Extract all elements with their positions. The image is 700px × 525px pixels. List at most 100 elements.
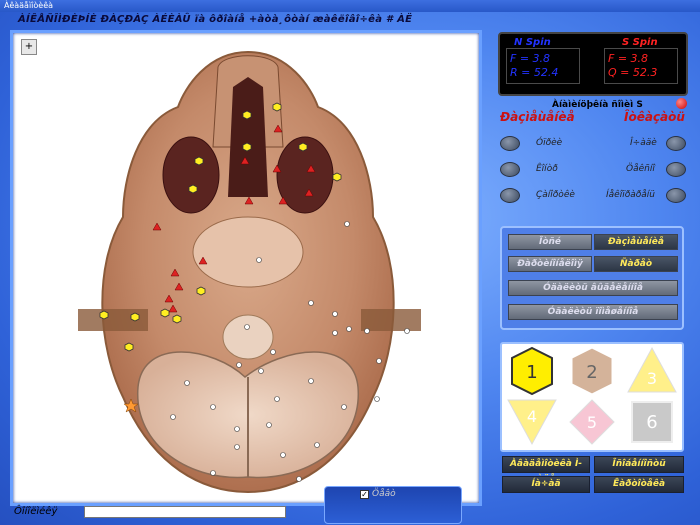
marker-dot	[341, 404, 347, 410]
right-option-3-label: Íåêîïðàðåíü	[606, 190, 655, 200]
indicator-label: Àíàìèíöþêíà ñîìèì S	[552, 100, 643, 110]
marker-hex	[332, 172, 342, 182]
marker-dot	[256, 257, 262, 263]
left-option-2-button[interactable]	[500, 162, 520, 177]
action-button-3[interactable]: Ðàðòèíîíåëîìÿ	[508, 256, 592, 272]
marker-dot	[266, 422, 272, 428]
shape-4-number: 4	[527, 407, 537, 426]
delete-placed-button[interactable]: Óäàëèòü ïîìåøåííîå	[508, 304, 678, 320]
bottom-button-4[interactable]: Êàðòîòåêà	[594, 476, 684, 493]
marker-hex	[194, 156, 204, 166]
marker-dot	[376, 358, 382, 364]
marker-hex	[272, 102, 282, 112]
marker-dot	[314, 442, 320, 448]
bottom-button-1[interactable]: Àâàäåìîòèêà Ì-àäå	[502, 456, 590, 484]
shape-3-number: 3	[647, 369, 657, 388]
marker-hex	[188, 184, 198, 194]
marker-hex	[196, 286, 206, 296]
pharynx-region	[192, 216, 304, 288]
marker-dot	[234, 444, 240, 450]
nasal-cavity	[228, 77, 268, 197]
shape-5-number: 5	[587, 413, 597, 432]
status-field[interactable]	[84, 506, 286, 518]
shape-6-number: 6	[646, 412, 657, 433]
left-option-1-button[interactable]	[500, 136, 520, 151]
action-button-1[interactable]: Îòñé	[508, 234, 592, 250]
left-option-1-label: Óïðèè	[536, 138, 563, 148]
marker-dot	[274, 396, 280, 402]
left-option-3-label: Çàíîðòêè	[536, 190, 575, 200]
marker-dot	[234, 426, 240, 432]
menu-line[interactable]: ÀÍÊÅÑÎÌÐÈÞÍÈ ÐÀÇÐÀÇ ÀÉÈÀÛ ïà ôðîàíå +àòà…	[18, 14, 412, 25]
window-titlebar: Àêàäåìîòèêà	[0, 0, 700, 12]
marker-dot	[244, 324, 250, 330]
window-title: Àêàäåìîòèêà	[4, 1, 54, 10]
action-button-panel: Îòñé Ðàçìåùåíèå Ðàðòèíîíåëîìÿ Ñàðåò Óäàë…	[500, 226, 684, 330]
shape-2-hexagon[interactable]: 2	[571, 347, 613, 395]
status-label: Ôîíîëìéêÿ	[14, 506, 58, 517]
left-option-3-button[interactable]	[500, 188, 520, 203]
marker-dot	[308, 300, 314, 306]
left-sinus	[162, 136, 220, 214]
right-option-2-label: Öåêñíî	[626, 164, 655, 174]
zoom-button[interactable]: +	[21, 39, 37, 55]
action-button-4[interactable]: Ñàðåò	[594, 256, 678, 272]
shape-2-number: 2	[586, 362, 597, 383]
shape-3-triangle[interactable]: 3	[627, 346, 677, 393]
bottom-button-3[interactable]: Íà÷àä	[502, 476, 590, 493]
marker-hex	[160, 308, 170, 318]
marker-dot	[346, 326, 352, 332]
right-option-2-button[interactable]	[666, 162, 686, 177]
n-f-value: 3.8	[532, 52, 551, 65]
color-checkbox[interactable]: ✓	[360, 490, 369, 499]
delete-selected-button[interactable]: Óäàëèòü âûäåëåííîå	[508, 280, 678, 296]
marker-dot	[270, 349, 276, 355]
s-f-value: 3.8	[630, 52, 649, 65]
marker-dot	[236, 362, 242, 368]
marker-hex	[172, 314, 182, 324]
marker-dot	[210, 470, 216, 476]
marker-hex	[242, 110, 252, 120]
main-window: ÀÍÊÅÑÎÌÐÈÞÍÈ ÐÀÇÐÀÇ ÀÉÈÀÛ ïà ôðîàíå +àòà…	[0, 12, 700, 525]
n-r-key: R	[510, 66, 518, 79]
marker-dot	[258, 368, 264, 374]
bottom-button-2[interactable]: Îñîáåííîñòü	[594, 456, 684, 473]
shape-4-triangle-down[interactable]: 4	[507, 399, 557, 446]
marker-hex	[130, 312, 140, 322]
magnifier-plus-icon: +	[24, 41, 34, 52]
marker-dot	[374, 396, 380, 402]
marker-dot	[308, 378, 314, 384]
marker-dot	[364, 328, 370, 334]
anatomical-section-image[interactable]	[73, 47, 423, 497]
shape-5-diamond[interactable]: 5	[569, 399, 615, 445]
s-spin-header: S Spin	[622, 37, 658, 48]
image-viewport[interactable]: +	[10, 30, 482, 506]
shape-1-hexagon[interactable]: 1	[511, 346, 553, 396]
s-f-key: F	[608, 52, 615, 65]
spin-readout: N Spin S Spin F = 3.8 R = 52.4 F = 3.8 Q…	[498, 32, 688, 96]
marker-hex	[124, 342, 134, 352]
n-r-value: 52.4	[533, 66, 559, 79]
brainstem	[222, 314, 274, 360]
left-column-title: Ðàçìåùåíèå	[500, 110, 575, 124]
color-checkbox-label: Öåâò	[372, 489, 396, 499]
shape-palette: 1 2 3 4 5 6	[500, 342, 684, 452]
action-button-2[interactable]: Ðàçìåùåíèå	[594, 234, 678, 250]
s-q-key: Q	[608, 66, 617, 79]
shape-1-number: 1	[526, 362, 537, 383]
marker-dot	[296, 476, 302, 482]
right-option-1-button[interactable]	[666, 136, 686, 151]
marker-hex	[298, 142, 308, 152]
marker-dot	[210, 404, 216, 410]
right-option-1-label: Î÷àäè	[630, 138, 657, 148]
right-option-3-button[interactable]	[666, 188, 686, 203]
shape-6-square[interactable]: 6	[631, 401, 673, 443]
shape-palette-svg: 1 2 3 4 5 6	[507, 346, 677, 446]
marker-dot	[184, 380, 190, 386]
right-column-title: Îòêàçàòü	[624, 110, 685, 124]
left-option-2-label: Êîíòð	[536, 164, 558, 174]
marker-dot	[344, 221, 350, 227]
marker-dot	[332, 330, 338, 336]
s-q-value: 52.3	[632, 66, 658, 79]
n-f-key: F	[510, 52, 517, 65]
